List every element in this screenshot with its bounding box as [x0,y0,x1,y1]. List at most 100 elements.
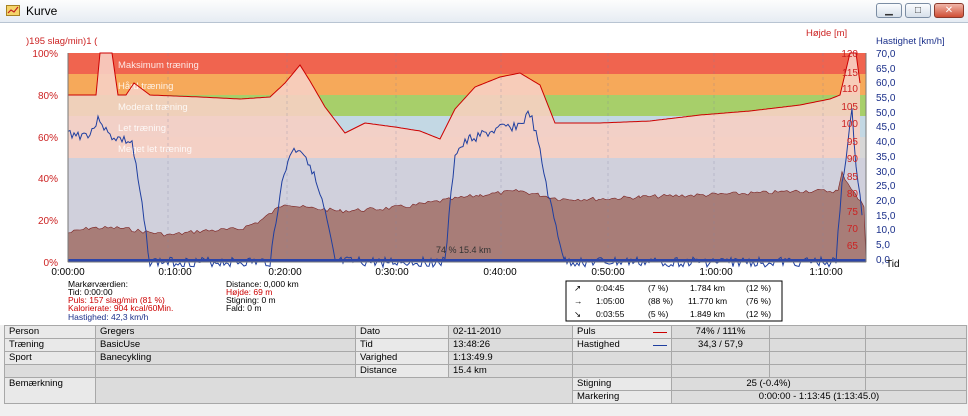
pulse-legend-line [653,332,667,333]
dato-value: 02-11-2010 [448,325,573,339]
hastighed-label: Hastighed [572,338,672,352]
speed-tick: 60,0 [876,78,896,89]
speed-axis-title: Hastighet [km/h] [876,36,945,47]
slope-stat-pct: (7 %) [648,283,668,293]
x-tick: 0:10:00 [158,267,192,278]
zone-label-maksimum: Maksimum træning [118,60,199,71]
left-tick: 100% [32,49,58,60]
speed-tick: 25,0 [876,181,896,192]
maximize-button[interactable]: □ [905,3,931,18]
close-button[interactable]: ✕ [934,3,964,18]
slope-stat-dpct: (76 %) [746,296,771,306]
empty-cell [865,364,967,378]
speed-tick: 35,0 [876,152,896,163]
minimize-icon: ▁ [885,5,893,16]
minimize-button[interactable]: ▁ [876,3,902,18]
traening-label: Træning [4,338,96,352]
height-tick: 115 [842,68,858,79]
empty-cell [769,351,866,365]
zone-band-hard [68,74,866,95]
speed-tick: 30,0 [876,167,896,178]
empty-cell [769,325,866,339]
tid-value: 13:48:26 [448,338,573,352]
left-tick: 20% [38,216,58,227]
puls-label: Puls [572,325,672,339]
x-ticks: 0:00:00 0:10:00 0:20:00 0:30:00 0:40:00 … [51,267,843,278]
speed-tick: 50,0 [876,108,896,119]
slope-stat-dist: 1.849 km [690,309,725,319]
marker-hastighed: Hastighed: 42,3 km/h [68,312,149,322]
slope-stat-time: 0:03:55 [596,309,625,319]
left-tick: 60% [38,133,58,144]
empty-cell [865,377,967,391]
speed-tick: 20,0 [876,196,896,207]
hastighed-value: 34,3 / 57,9 [671,338,770,352]
height-tick: 65 [847,241,859,252]
slope-stat-time: 0:04:45 [596,283,625,293]
height-tick: 105 [841,102,858,113]
markering-value: 0:00:00 - 1:13:45 (1:13:45.0) [671,390,967,404]
speed-tick: 15,0 [876,211,896,222]
zone-label-meget-let: Meget let træning [118,144,192,155]
downhill-icon: ↘ [574,309,581,319]
chart-icon [6,5,20,16]
flat-icon: → [574,296,583,306]
slope-stat-pct: (5 %) [648,309,668,319]
x-tick: 0:40:00 [483,267,517,278]
traening-value: BasicUse [95,338,356,352]
puls-value: 74% / 111% [671,325,770,339]
slope-stat-dpct: (12 %) [746,309,771,319]
dato-label: Dato [355,325,449,339]
height-tick: 90 [847,154,859,165]
speed-tick: 55,0 [876,93,896,104]
height-tick: 120 [841,49,858,60]
slope-stats-box: ↗ 0:04:45 (7 %) 1.784 km (12 %) → 1:05:0… [565,280,783,322]
varighed-label: Varighed [355,351,449,365]
heart-rate-chart[interactable]: Maksimum træning Hård træning Moderat tr… [0,23,968,325]
title-bar: Kurve ▁ □ ✕ [0,0,968,23]
sport-label: Sport [4,351,96,365]
zone-label-hard: Hård træning [118,81,173,92]
empty-cell [865,351,967,365]
height-tick: 110 [842,84,858,95]
x-tick: 0:30:00 [375,267,409,278]
time-axis-label: Tid [886,259,900,270]
tid-label: Tid [355,338,449,352]
slope-stat-dist: 1.784 km [690,283,725,293]
varighed-value: 1:13:49.9 [448,351,573,365]
speed-tick: 5,0 [876,240,890,251]
overlay-summary: 74 % 15.4 km [436,245,491,255]
x-tick: 1:00:00 [699,267,733,278]
bemaerkning-value[interactable] [95,377,573,404]
maximize-icon: □ [914,5,922,16]
empty-cell [4,364,96,378]
empty-cell [95,364,356,378]
sport-value: Banecykling [95,351,356,365]
left-tick: 80% [38,91,58,102]
slope-stat-time: 1:05:00 [596,296,625,306]
bemaerkning-label: Bemærkning [4,377,96,404]
height-tick: 70 [847,224,859,235]
height-tick: 75 [847,207,859,218]
speed-tick: 45,0 [876,122,896,133]
slope-stat-pct: (88 %) [648,296,673,306]
left-tick: 40% [38,174,58,185]
x-tick: 0:50:00 [591,267,625,278]
speed-tick: 70,0 [876,49,896,60]
markering-label: Markering [572,390,672,404]
empty-cell [769,364,866,378]
empty-cell [671,351,770,365]
empty-cell [865,338,967,352]
info-table: Person Gregers Dato 02-11-2010 Puls 74% … [4,325,967,404]
height-tick: 100 [841,119,858,130]
height-tick: 95 [847,137,859,148]
person-value: Gregers [95,325,356,339]
distance-label: Distance [355,364,449,378]
stigning-value: 25 (-0.4%) [671,377,866,391]
x-tick: 1:10:00 [809,267,843,278]
window-title: Kurve [26,4,58,18]
speed-ticks: 70,0 65,0 60,0 55,0 50,0 45,0 40,0 35,0 … [876,49,896,266]
x-tick: 0:00:00 [51,267,85,278]
marker-fald: Fald: 0 m [226,303,261,313]
person-label: Person [4,325,96,339]
